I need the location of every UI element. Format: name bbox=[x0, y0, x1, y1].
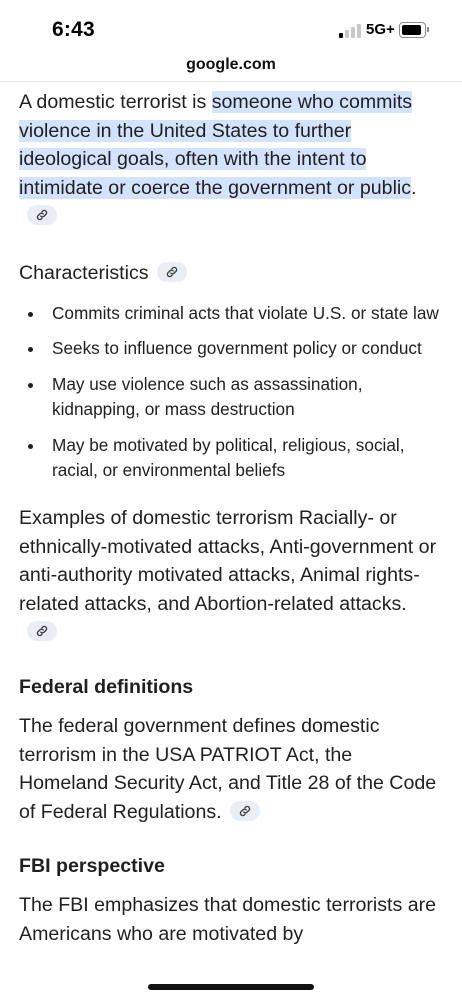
source-link-button[interactable] bbox=[27, 205, 57, 226]
status-time: 6:43 bbox=[52, 18, 95, 41]
home-indicator[interactable] bbox=[148, 984, 314, 990]
source-link-button[interactable] bbox=[229, 800, 260, 821]
list-item: May be motivated by political, religious… bbox=[19, 433, 444, 484]
characteristics-title: Characteristics bbox=[19, 261, 149, 284]
network-type: 5G+ bbox=[366, 21, 395, 38]
list-item: May use violence such as assassination, … bbox=[19, 372, 444, 423]
link-icon bbox=[166, 266, 177, 277]
source-link-button[interactable] bbox=[27, 621, 57, 642]
address-bar[interactable]: google.com bbox=[0, 52, 462, 82]
link-icon bbox=[36, 210, 48, 221]
fbi-paragraph: The FBI emphasizes that domestic terrori… bbox=[19, 894, 437, 945]
intro-prefix: A domestic terrorist is bbox=[19, 91, 212, 113]
examples-paragraph: Examples of domestic terrorism Racially-… bbox=[19, 504, 444, 647]
link-icon bbox=[239, 805, 250, 816]
source-link-button[interactable] bbox=[156, 261, 187, 282]
federal-paragraph: The federal government defines domestic … bbox=[19, 712, 444, 826]
status-bar: 6:43 5G+ bbox=[0, 0, 462, 52]
fbi-heading: FBI perspective bbox=[19, 855, 165, 878]
intro-suffix: . bbox=[411, 176, 417, 199]
battery-icon bbox=[399, 22, 429, 38]
list-item: Seeks to influence government policy or … bbox=[19, 336, 444, 362]
examples-text: Examples of domestic terrorism Racially-… bbox=[19, 506, 437, 615]
characteristics-list: Commits criminal acts that violate U.S. … bbox=[19, 301, 444, 484]
federal-text: The federal government defines domestic … bbox=[19, 714, 437, 823]
federal-heading: Federal definitions bbox=[19, 675, 194, 698]
cellular-signal-icon bbox=[339, 24, 361, 38]
ai-overview-content: A domestic terrorist is someone who comm… bbox=[19, 88, 444, 949]
divider bbox=[0, 81, 462, 82]
characteristics-heading: Characteristics bbox=[19, 259, 444, 287]
link-icon bbox=[36, 625, 48, 637]
url-text: google.com bbox=[186, 56, 276, 73]
intro-paragraph: A domestic terrorist is someone who comm… bbox=[19, 88, 444, 231]
list-item: Commits criminal acts that violate U.S. … bbox=[19, 301, 444, 327]
